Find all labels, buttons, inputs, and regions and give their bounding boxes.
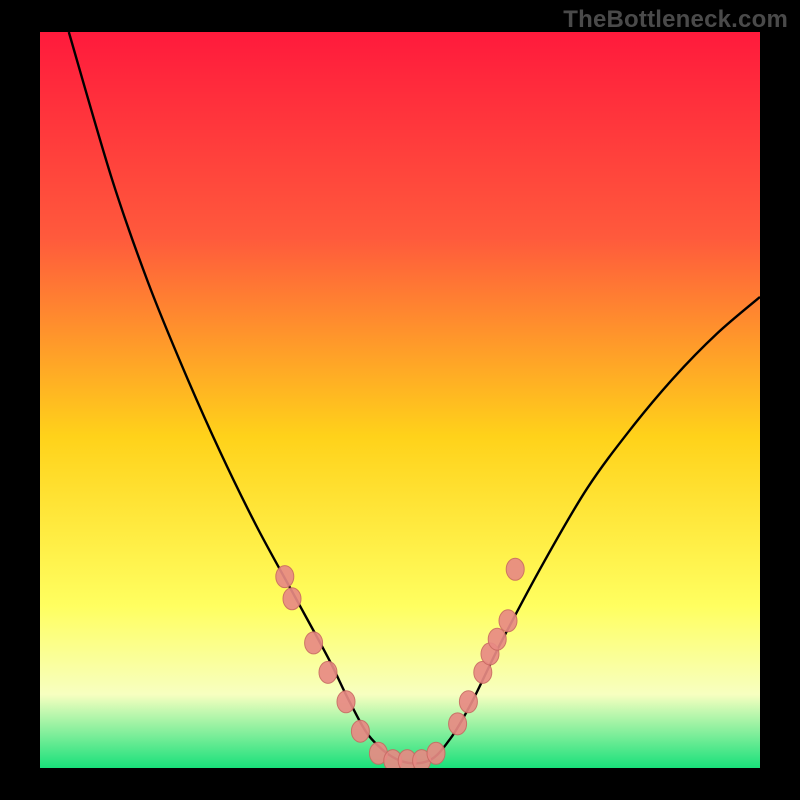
data-marker bbox=[351, 720, 369, 742]
plot-background bbox=[40, 32, 760, 768]
data-marker bbox=[337, 691, 355, 713]
data-marker bbox=[276, 566, 294, 588]
data-marker bbox=[427, 742, 445, 764]
data-marker bbox=[283, 588, 301, 610]
watermark-text: TheBottleneck.com bbox=[563, 6, 788, 34]
data-marker bbox=[499, 610, 517, 632]
data-marker bbox=[305, 632, 323, 654]
data-marker bbox=[459, 691, 477, 713]
data-marker bbox=[449, 713, 467, 735]
bottleneck-chart bbox=[0, 0, 800, 800]
data-marker bbox=[319, 661, 337, 683]
data-marker bbox=[488, 628, 506, 650]
data-marker bbox=[506, 558, 524, 580]
chart-frame: TheBottleneck.com bbox=[0, 0, 800, 800]
